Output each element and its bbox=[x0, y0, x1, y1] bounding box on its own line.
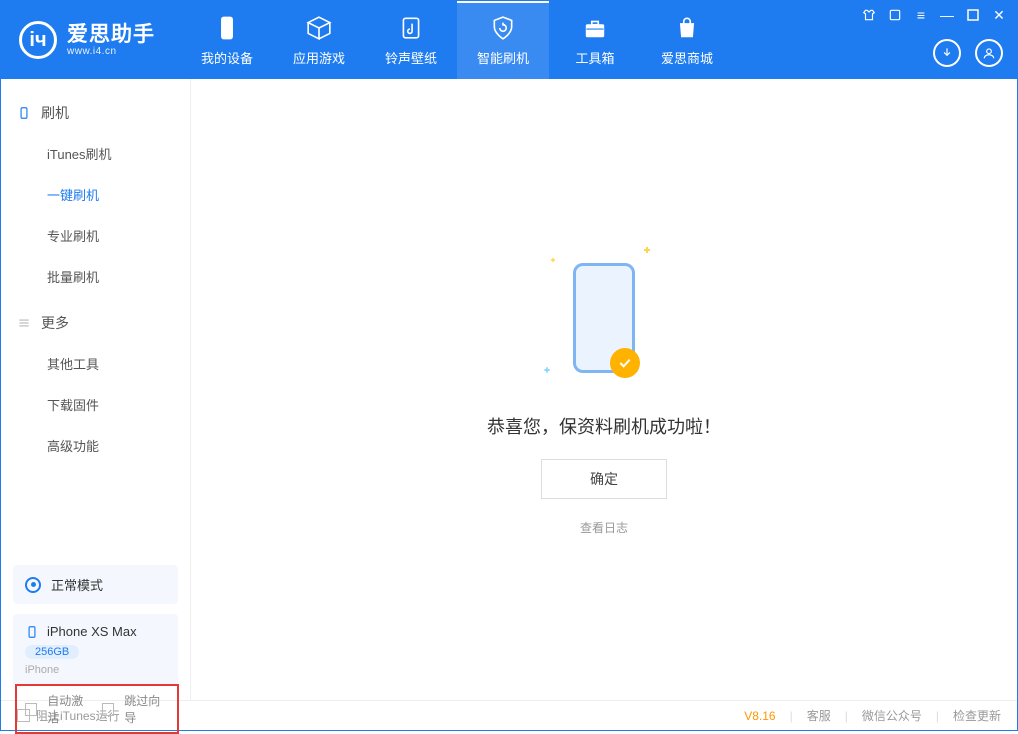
logo-icon: iч bbox=[19, 21, 57, 59]
shield-refresh-icon bbox=[489, 14, 517, 42]
cube-icon bbox=[305, 14, 333, 42]
sparkle-icon bbox=[544, 367, 549, 372]
nav-my-device[interactable]: 我的设备 bbox=[181, 1, 273, 79]
nav-label: 爱思商城 bbox=[661, 48, 713, 67]
logo-area: iч 爱思助手 www.i4.cn bbox=[1, 1, 181, 79]
sidebar-section-flash[interactable]: 刷机 bbox=[1, 93, 190, 133]
app-header: iч 爱思助手 www.i4.cn 我的设备 应用游戏 铃声壁纸 智能刷机 工具… bbox=[1, 1, 1017, 79]
nav-ringtones[interactable]: 铃声壁纸 bbox=[365, 1, 457, 79]
minimize-button[interactable]: — bbox=[939, 7, 955, 23]
phone-illustration bbox=[573, 263, 635, 373]
nav-store[interactable]: 爱思商城 bbox=[641, 1, 733, 79]
window-controls: ≡ — ✕ bbox=[861, 7, 1007, 23]
menu-icon[interactable]: ≡ bbox=[913, 7, 929, 23]
sidebar-item-pro-flash[interactable]: 专业刷机 bbox=[1, 215, 190, 256]
device-name-label: iPhone XS Max bbox=[47, 624, 137, 639]
sidebar-item-download-firmware[interactable]: 下载固件 bbox=[1, 384, 190, 425]
download-icon[interactable] bbox=[933, 39, 961, 67]
check-badge-icon bbox=[610, 348, 640, 378]
sidebar-item-advanced[interactable]: 高级功能 bbox=[1, 425, 190, 466]
sparkle-icon bbox=[551, 258, 555, 262]
sidebar-item-batch-flash[interactable]: 批量刷机 bbox=[1, 256, 190, 297]
nav-label: 工具箱 bbox=[575, 48, 614, 67]
nav-label: 铃声壁纸 bbox=[385, 48, 437, 67]
success-message: 恭喜您，保资料刷机成功啦！ bbox=[487, 413, 721, 439]
nav-toolbox[interactable]: 工具箱 bbox=[549, 1, 641, 79]
device-capacity-badge: 256GB bbox=[25, 645, 79, 659]
device-mode-box[interactable]: 正常模式 bbox=[13, 565, 178, 604]
nav-apps-games[interactable]: 应用游戏 bbox=[273, 1, 365, 79]
close-button[interactable]: ✕ bbox=[991, 7, 1007, 23]
sidebar: 刷机 iTunes刷机 一键刷机 专业刷机 批量刷机 更多 其他工具 下载固件 … bbox=[1, 79, 191, 700]
sidebar-section-more[interactable]: 更多 bbox=[1, 303, 190, 343]
highlighted-options-box: 自动激活 跳过向导 bbox=[15, 684, 179, 734]
view-log-link[interactable]: 查看日志 bbox=[580, 519, 628, 536]
nav-label: 应用游戏 bbox=[293, 48, 345, 67]
auto-activate-checkbox[interactable] bbox=[25, 703, 37, 716]
sidebar-item-onekey-flash[interactable]: 一键刷机 bbox=[1, 174, 190, 215]
toolbox-icon bbox=[581, 14, 609, 42]
device-mode-label: 正常模式 bbox=[51, 575, 103, 594]
check-update-link[interactable]: 检查更新 bbox=[953, 707, 1001, 724]
brand-subtitle: www.i4.cn bbox=[67, 46, 155, 57]
nav-label: 智能刷机 bbox=[477, 48, 529, 67]
nav-label: 我的设备 bbox=[201, 48, 253, 67]
list-icon bbox=[17, 316, 31, 330]
device-info-box[interactable]: iPhone XS Max 256GB iPhone bbox=[13, 614, 178, 686]
brand-title: 爱思助手 bbox=[67, 23, 155, 46]
sidebar-section-title: 刷机 bbox=[41, 103, 69, 123]
music-file-icon bbox=[397, 14, 425, 42]
feedback-icon[interactable] bbox=[887, 7, 903, 23]
sparkle-icon bbox=[644, 247, 650, 253]
ok-button[interactable]: 确定 bbox=[541, 459, 667, 499]
device-icon bbox=[25, 625, 39, 639]
maximize-button[interactable] bbox=[965, 7, 981, 23]
auto-activate-label: 自动激活 bbox=[47, 692, 92, 726]
phone-outline-icon bbox=[17, 106, 31, 120]
header-secondary-icons bbox=[933, 39, 1003, 67]
user-icon[interactable] bbox=[975, 39, 1003, 67]
sidebar-section-title: 更多 bbox=[41, 313, 69, 333]
sidebar-item-itunes-flash[interactable]: iTunes刷机 bbox=[1, 133, 190, 174]
skip-guide-checkbox[interactable] bbox=[102, 703, 114, 716]
skip-guide-label: 跳过向导 bbox=[124, 692, 169, 726]
wechat-link[interactable]: 微信公众号 bbox=[862, 707, 922, 724]
version-label: V8.16 bbox=[744, 709, 775, 723]
main-nav: 我的设备 应用游戏 铃声壁纸 智能刷机 工具箱 爱思商城 bbox=[181, 1, 733, 79]
sidebar-item-other-tools[interactable]: 其他工具 bbox=[1, 343, 190, 384]
bag-icon bbox=[673, 14, 701, 42]
device-type-label: iPhone bbox=[25, 664, 166, 676]
success-illustration bbox=[544, 243, 664, 393]
shirt-icon[interactable] bbox=[861, 7, 877, 23]
main-content: 恭喜您，保资料刷机成功啦！ 确定 查看日志 bbox=[191, 79, 1017, 700]
customer-service-link[interactable]: 客服 bbox=[807, 707, 831, 724]
phone-icon bbox=[213, 14, 241, 42]
nav-smart-flash[interactable]: 智能刷机 bbox=[457, 1, 549, 79]
mode-status-icon bbox=[25, 577, 41, 593]
